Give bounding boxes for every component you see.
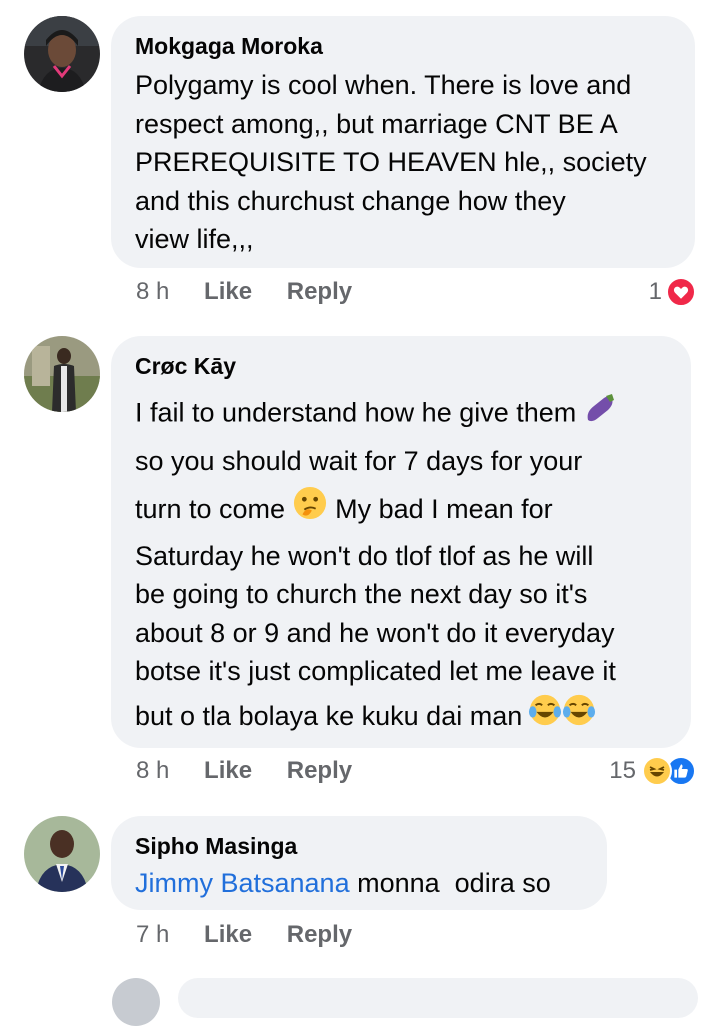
comment-line-text: I fail to understand how he give them <box>135 397 577 428</box>
avatar[interactable] <box>24 816 100 892</box>
comment-croc: Crøc Kāy I fail to understand how he giv… <box>0 320 720 800</box>
comment-actions: 8 h Like Reply <box>136 277 352 307</box>
avatar[interactable] <box>24 16 100 92</box>
next-comment-avatar <box>112 978 160 1026</box>
comment-line: so you should wait for 7 days for your <box>135 446 583 476</box>
mention-link[interactable]: Jimmy Batsanana <box>135 868 350 898</box>
tears-of-joy-icon <box>562 693 596 743</box>
reply-button[interactable]: Reply <box>287 757 352 784</box>
eggplant-icon <box>582 390 618 439</box>
like-button[interactable]: Like <box>204 757 252 784</box>
comment-line: botse it's just complicated let me leave… <box>135 656 616 687</box>
comment-time[interactable]: 8 h <box>136 278 169 305</box>
comment-line-text: turn to come <box>135 494 286 524</box>
comment-bubble: Mokgaga Moroka Polygamy is cool when. Th… <box>111 16 695 268</box>
comment-line: but o tla bolaya ke kuku dai man <box>135 691 667 743</box>
comment-line: view life,,, <box>135 224 254 254</box>
comment-actions: 8 h Like Reply <box>136 756 352 786</box>
comment-line: I fail to understand how he give them <box>135 390 667 439</box>
comment-time[interactable]: 8 h <box>136 757 169 784</box>
comment-author[interactable]: Mokgaga Moroka <box>135 32 671 60</box>
comment-text: I fail to understand how he give them so… <box>135 390 667 743</box>
avatar-photo <box>24 816 100 892</box>
comment-mokgaga: Mokgaga Moroka Polygamy is cool when. Th… <box>0 0 720 320</box>
comment-line: respect among,, but marriage CNT BE A <box>135 108 618 139</box>
comment-line: Polygamy is cool when. There is love and <box>135 70 632 100</box>
comment-line: turn to come My bad I mean for <box>135 483 667 537</box>
thinking-face-icon <box>293 485 327 537</box>
reaction-count: 1 <box>648 278 662 305</box>
comment-author[interactable]: Sipho Masinga <box>135 832 583 860</box>
comment-text: Jimmy Batsanana monna odira so <box>135 864 583 903</box>
comment-time[interactable]: 7 h <box>136 921 169 948</box>
comment-line: be going to church the next day so it's <box>135 579 588 610</box>
reply-button[interactable]: Reply <box>287 278 352 305</box>
comment-line: Jimmy Batsanana monna odira so <box>135 864 583 903</box>
comment-line: Saturday he won't do tlof tlof as he wil… <box>135 540 594 571</box>
heart-icon <box>666 277 696 307</box>
comment-text: Polygamy is cool when. There is love and… <box>135 66 671 259</box>
comment-actions: 7 h Like Reply <box>136 920 352 950</box>
comment-author[interactable]: Crøc Kāy <box>135 352 667 380</box>
avatar-photo <box>24 336 100 412</box>
comment-bubble: Crøc Kāy I fail to understand how he giv… <box>111 336 691 748</box>
comment-sipho: Sipho Masinga Jimmy Batsanana monna odir… <box>0 800 720 1026</box>
comment-line-text: My bad I mean for <box>335 494 553 524</box>
comment-line-text: but o tla bolaya ke kuku dai man <box>135 700 523 731</box>
comment-line: PREREQUISITE TO HEAVEN hle,, society <box>135 147 647 177</box>
next-comment-bubble <box>178 978 698 1018</box>
comment-bubble: Sipho Masinga Jimmy Batsanana monna odir… <box>111 816 607 910</box>
reply-button[interactable]: Reply <box>287 921 352 948</box>
avatar-photo <box>24 16 100 92</box>
tears-of-joy-icon <box>528 693 562 743</box>
reaction-summary[interactable]: 1 <box>649 277 696 307</box>
comment-line: and this churchust change how they <box>135 185 566 216</box>
comment-line-text: monna odira so <box>357 868 551 898</box>
avatar[interactable] <box>24 336 100 412</box>
laugh-icon <box>642 756 672 786</box>
like-button[interactable]: Like <box>204 921 252 948</box>
comment-line: about 8 or 9 and he won't do it everyday <box>135 617 615 648</box>
like-button[interactable]: Like <box>204 278 252 305</box>
reaction-count: 15 <box>609 757 636 784</box>
reaction-summary[interactable]: 15 <box>609 756 696 786</box>
